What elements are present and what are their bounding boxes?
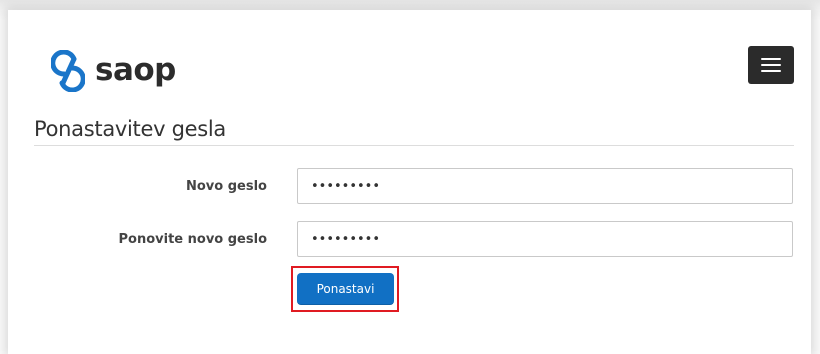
- repeat-password-input[interactable]: [297, 221, 793, 257]
- menu-button[interactable]: [748, 46, 794, 84]
- saop-logo-icon: [51, 50, 85, 92]
- brand-name: saop: [95, 51, 176, 88]
- page-title: Ponastavitev gesla: [34, 117, 226, 141]
- hamburger-menu-icon: [761, 64, 781, 66]
- brand-logo[interactable]: saop: [51, 50, 176, 92]
- new-password-label: Novo geslo: [186, 179, 267, 194]
- hamburger-menu-icon: [761, 70, 781, 72]
- hamburger-menu-icon: [761, 58, 781, 60]
- reset-password-panel: saop Ponastavitev gesla Novo geslo Ponov…: [8, 10, 811, 354]
- new-password-input[interactable]: [297, 168, 793, 204]
- repeat-password-label: Ponovite novo geslo: [118, 232, 268, 247]
- title-divider: [34, 145, 794, 146]
- screenshot-background: saop Ponastavitev gesla Novo geslo Ponov…: [0, 0, 820, 354]
- reset-submit-button[interactable]: Ponastavi: [297, 273, 394, 305]
